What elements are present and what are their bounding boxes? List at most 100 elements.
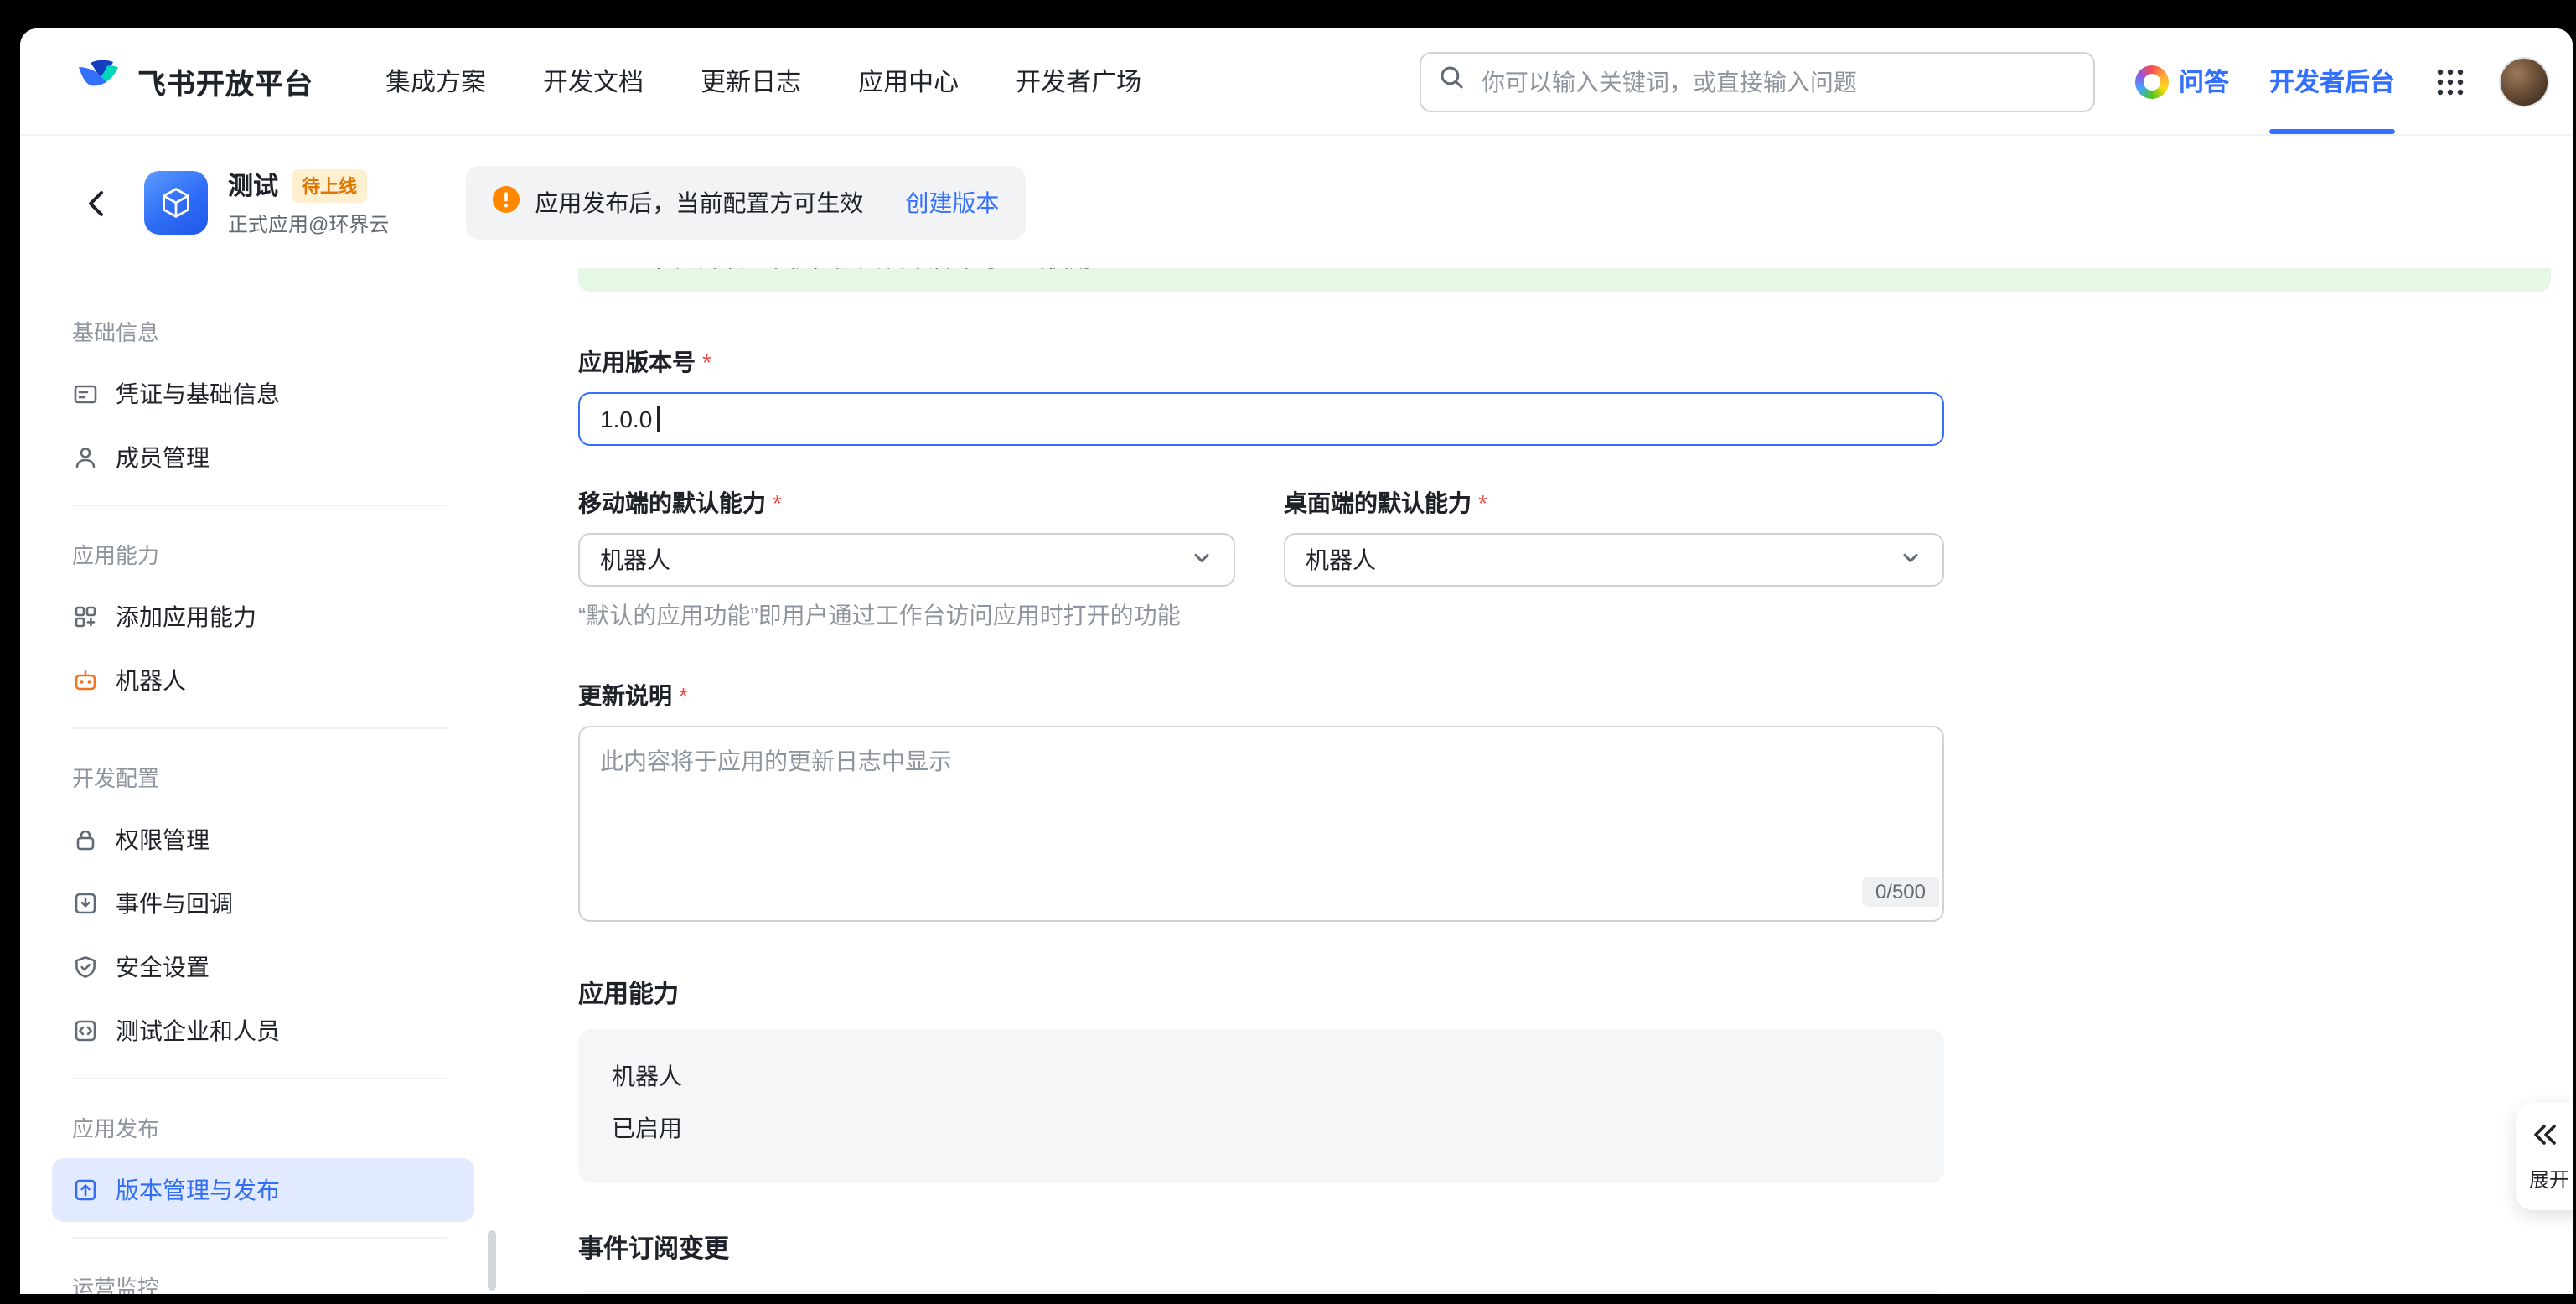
capability-status: 已启用 <box>612 1110 1911 1146</box>
sidebar-section-monitoring: 运营监控 <box>20 1254 494 1294</box>
brand[interactable]: 飞书开放平台 <box>74 55 313 107</box>
create-version-link[interactable]: 创建版本 <box>905 186 999 220</box>
sidebar-item-label: 成员管理 <box>116 441 209 474</box>
credential-icon <box>72 380 99 407</box>
double-chevron-left-icon <box>2529 1120 2559 1156</box>
sidebar-divider <box>72 1237 447 1239</box>
viewport: 飞书开放平台 集成方案 开发文档 更新日志 应用中心 开发者广场 问答 <box>0 0 2576 1304</box>
event-section-title: 事件订阅变更 <box>578 1230 2573 1265</box>
qa-rainbow-icon <box>2135 65 2169 98</box>
notice-text: 应用发布后，当前配置方可生效 <box>535 186 863 220</box>
publish-notice-bar: 应用发布后，当前配置方可生效 创建版本 <box>466 166 1026 240</box>
sidebar-item-label: 机器人 <box>116 664 186 697</box>
sidebar-item-test-org[interactable]: 测试企业和人员 <box>52 999 474 1063</box>
sidebar-item-credentials[interactable]: 凭证与基础信息 <box>52 362 474 426</box>
sidebar-section-basic-info: 基础信息 <box>20 298 494 362</box>
code-brackets-icon <box>72 1017 99 1044</box>
app-header-bar: 测试 待上线 正式应用@环界云 应用发布后，当前配置方可生效 创建版本 <box>20 137 2573 268</box>
expand-label: 展开 <box>2529 1164 2569 1193</box>
version-input[interactable] <box>578 392 1944 446</box>
search-input[interactable] <box>1478 66 2077 96</box>
app-meta: 测试 待上线 正式应用@环界云 <box>228 168 389 238</box>
content-panel: 本次发布免审核，提交发布后即可上线使用 应用版本号* 移动端的默认能力* <box>494 268 2573 1294</box>
shield-icon <box>72 954 99 981</box>
expand-panel-toggle[interactable]: 展开 <box>2516 1103 2573 1210</box>
warning-icon <box>493 185 520 220</box>
sidebar-item-label: 版本管理与发布 <box>116 1173 280 1207</box>
robot-icon <box>72 667 99 694</box>
nav-item-changelog[interactable]: 更新日志 <box>672 28 830 134</box>
desktop-capability-label: 桌面端的默认能力* <box>1284 486 1944 520</box>
desktop-capability-select[interactable]: 机器人 <box>1284 533 1944 587</box>
event-callback-icon <box>72 890 99 917</box>
search-icon <box>1438 64 1465 99</box>
nav-item-dev-plaza[interactable]: 开发者广场 <box>987 28 1170 134</box>
capability-name: 机器人 <box>612 1058 1911 1094</box>
status-badge: 待上线 <box>292 168 367 202</box>
sidebar-section-capabilities: 应用能力 <box>20 521 494 585</box>
sidebar-item-version-release[interactable]: 版本管理与发布 <box>52 1158 474 1222</box>
nav-item-integration[interactable]: 集成方案 <box>357 28 515 134</box>
version-label: 应用版本号* <box>578 345 2573 379</box>
members-icon <box>72 444 99 471</box>
browser-window: 飞书开放平台 集成方案 开发文档 更新日志 应用中心 开发者广场 问答 <box>20 28 2573 1294</box>
mobile-capability-label: 移动端的默认能力* <box>578 486 1235 520</box>
success-check-icon <box>605 268 632 276</box>
qa-entry[interactable]: 问答 <box>2135 64 2229 99</box>
sidebar-item-add-capability[interactable]: 添加应用能力 <box>52 585 474 649</box>
sidebar-divider <box>72 1078 447 1079</box>
add-capability-icon <box>72 603 99 630</box>
sidebar-item-label: 事件与回调 <box>116 887 233 920</box>
back-button[interactable] <box>80 186 114 220</box>
changelog-field-wrap: 0/500 <box>578 726 1944 922</box>
chevron-down-icon <box>1899 546 1922 574</box>
sidebar-item-label: 添加应用能力 <box>116 600 256 634</box>
required-asterisk: * <box>702 349 711 375</box>
sidebar-section-dev-config: 开发配置 <box>20 744 494 808</box>
sidebar-item-label: 安全设置 <box>116 950 209 984</box>
sidebar-section-release: 应用发布 <box>20 1094 494 1158</box>
capability-summary-box: 机器人 已启用 <box>578 1029 1944 1183</box>
nav-item-app-center[interactable]: 应用中心 <box>830 28 987 134</box>
sidebar-item-security[interactable]: 安全设置 <box>52 935 474 999</box>
brand-title: 飞书开放平台 <box>137 60 313 102</box>
success-banner: 本次发布免审核，提交发布后即可上线使用 <box>578 268 2551 292</box>
chevron-down-icon <box>1190 546 1213 574</box>
capability-section-title: 应用能力 <box>578 975 2573 1011</box>
app-subtitle: 正式应用@环界云 <box>228 210 389 238</box>
version-field-wrap <box>578 392 1944 446</box>
sidebar-item-events[interactable]: 事件与回调 <box>52 872 474 935</box>
user-avatar[interactable] <box>2499 56 2549 106</box>
sidebar-item-bot[interactable]: 机器人 <box>52 649 474 712</box>
event-summary-box <box>578 1291 1944 1294</box>
sidebar-item-label: 凭证与基础信息 <box>116 377 280 411</box>
required-asterisk: * <box>1478 489 1487 516</box>
sidebar-item-label: 测试企业和人员 <box>116 1014 280 1048</box>
sidebar-divider <box>72 727 447 729</box>
capability-hint: “默认的应用功能”即用户通过工作台访问应用时打开的功能 <box>578 598 2573 632</box>
apps-grid-icon[interactable] <box>2429 60 2472 103</box>
app-cube-icon <box>144 171 208 235</box>
feishu-logo-icon <box>74 55 124 107</box>
changelog-label: 更新说明* <box>578 679 2573 712</box>
sidebar: 基础信息 凭证与基础信息 成员管理 <box>20 268 494 1294</box>
top-navbar: 飞书开放平台 集成方案 开发文档 更新日志 应用中心 开发者广场 问答 <box>20 28 2573 136</box>
sidebar-item-members[interactable]: 成员管理 <box>52 426 474 489</box>
char-counter: 0/500 <box>1862 877 1939 907</box>
nav-item-docs[interactable]: 开发文档 <box>515 28 672 134</box>
mobile-capability-select[interactable]: 机器人 <box>578 533 1235 587</box>
sidebar-item-permissions[interactable]: 权限管理 <box>52 808 474 872</box>
success-banner-text: 本次发布免审核，提交发布后即可上线使用 <box>647 268 1093 275</box>
required-asterisk: * <box>679 682 688 709</box>
default-capability-row: 移动端的默认能力* 机器人 桌 <box>578 486 1944 587</box>
main-area: 基础信息 凭证与基础信息 成员管理 <box>20 268 2573 1294</box>
primary-nav: 集成方案 开发文档 更新日志 应用中心 开发者广场 <box>357 28 1170 134</box>
required-asterisk: * <box>773 489 782 516</box>
sidebar-item-label: 权限管理 <box>116 823 209 856</box>
tab-developer-console[interactable]: 开发者后台 <box>2269 28 2395 134</box>
publish-up-icon <box>72 1177 99 1203</box>
changelog-textarea[interactable] <box>580 727 1942 920</box>
qa-label: 问答 <box>2179 64 2229 99</box>
global-search[interactable] <box>1420 51 2095 111</box>
sidebar-divider <box>72 505 447 506</box>
